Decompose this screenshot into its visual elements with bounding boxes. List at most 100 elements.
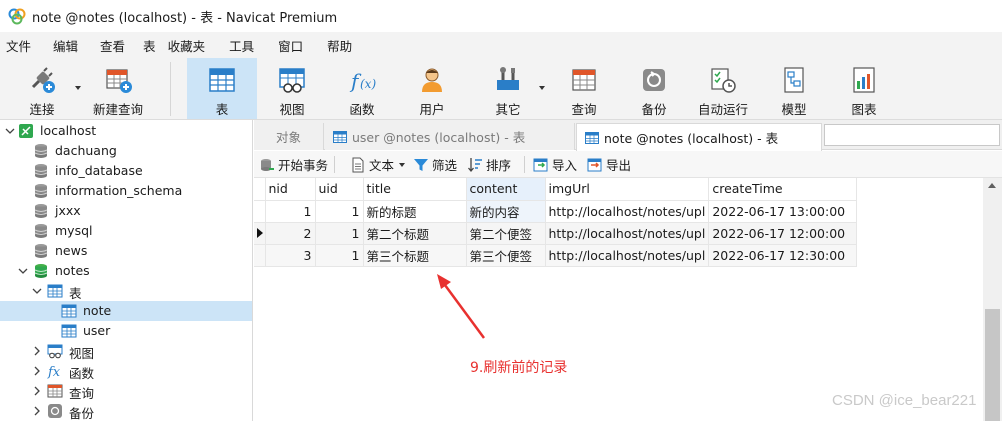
tree-item-mysql[interactable]: mysql: [0, 221, 252, 241]
window-title: note @notes (localhost) - 表 - Navicat Pr…: [32, 10, 338, 26]
tree-item-jxxx[interactable]: jxxx: [0, 201, 252, 221]
scroll-up-arrow-icon[interactable]: [988, 183, 996, 188]
svg-text:fx: fx: [47, 365, 61, 379]
chevron-right-icon[interactable]: [32, 406, 42, 416]
tab-note-table[interactable]: note @notes (localhost) - 表: [576, 123, 822, 151]
connect-dropdown-arrow-icon[interactable]: [75, 86, 81, 90]
chart-button[interactable]: 图表: [836, 58, 892, 119]
tree-item-queries-folder[interactable]: 查询: [0, 381, 252, 401]
tree-item-news[interactable]: news: [0, 241, 252, 261]
chevron-down-icon[interactable]: [5, 126, 15, 136]
view-button[interactable]: 视图: [264, 58, 320, 119]
backup-icon: [638, 64, 670, 96]
tree-item-user-table[interactable]: user: [0, 321, 252, 341]
user-button[interactable]: 用户: [404, 58, 460, 119]
chevron-down-icon[interactable]: [32, 286, 42, 296]
schedule-button[interactable]: 自动运行: [693, 58, 753, 119]
new-query-button[interactable]: 新建查询: [88, 58, 148, 119]
tree-item-note-table[interactable]: note: [0, 301, 252, 321]
tree-label: jxxx: [55, 203, 81, 218]
model-label: 模型: [781, 102, 807, 117]
tree-item-backups-folder[interactable]: 备份: [0, 401, 252, 421]
backup-button[interactable]: 备份: [626, 58, 682, 119]
chart-label: 图表: [851, 102, 877, 117]
export-button[interactable]: 导出: [587, 155, 631, 174]
menu-table[interactable]: 表: [137, 36, 162, 55]
scrollbar-thumb[interactable]: [985, 309, 1000, 421]
menu-favorites[interactable]: 收藏夹: [162, 36, 212, 55]
text-button[interactable]: 文本: [350, 155, 406, 174]
database-icon: [34, 204, 48, 218]
tree-item-dachuang[interactable]: dachuang: [0, 141, 252, 161]
connect-button[interactable]: 连接: [16, 58, 68, 119]
document-icon: [352, 157, 364, 172]
menu-tools[interactable]: 工具: [223, 36, 260, 55]
function-icon: fx: [47, 365, 61, 379]
svg-text:(x): (x): [360, 77, 376, 91]
tree-label: 查询: [69, 386, 95, 401]
tree-item-views-folder[interactable]: 视图: [0, 341, 252, 361]
schedule-icon: [707, 64, 739, 96]
schedule-label: 自动运行: [697, 102, 748, 117]
query-icon: [568, 64, 600, 96]
toolbar-divider: [334, 156, 335, 173]
model-icon: [778, 64, 810, 96]
sort-icon: [468, 157, 482, 172]
chevron-right-icon[interactable]: [32, 386, 42, 396]
query-icon: [47, 384, 63, 398]
menu-bar: 文件 编辑 查看 表 收藏夹 工具 窗口 帮助: [0, 32, 1002, 58]
chevron-down-icon[interactable]: [18, 266, 28, 276]
tree-label: 备份: [69, 406, 95, 421]
tree-label: info_database: [55, 163, 143, 178]
model-button[interactable]: 模型: [766, 58, 822, 119]
text-dropdown-arrow-icon[interactable]: [399, 162, 406, 167]
tree-label: news: [55, 243, 88, 258]
export-icon: [587, 158, 602, 171]
table-icon: [333, 130, 347, 143]
other-button[interactable]: 其它: [480, 58, 536, 119]
begin-transaction-button[interactable]: 开始事务: [259, 155, 328, 174]
tree-item-notes[interactable]: notes: [0, 261, 252, 281]
database-icon: [34, 244, 48, 258]
menu-file[interactable]: 文件: [0, 36, 37, 55]
table-icon: [61, 304, 77, 318]
tree-item-localhost[interactable]: localhost: [0, 121, 252, 141]
tree-item-tables-folder[interactable]: 表: [0, 281, 252, 301]
import-button[interactable]: 导入: [533, 155, 577, 174]
other-dropdown-arrow-icon[interactable]: [539, 86, 545, 90]
tree-label: notes: [55, 263, 90, 278]
chevron-right-icon[interactable]: [32, 366, 42, 376]
user-icon: [416, 64, 448, 96]
other-label: 其它: [495, 102, 521, 117]
tree-label: 视图: [69, 346, 95, 361]
menu-edit[interactable]: 编辑: [47, 36, 84, 55]
tab-objects[interactable]: 对象: [254, 123, 324, 150]
tree-item-functions-folder[interactable]: fx 函数: [0, 361, 252, 381]
vertical-scrollbar[interactable]: [983, 178, 1002, 421]
menu-help[interactable]: 帮助: [321, 36, 358, 55]
menu-view[interactable]: 查看: [94, 36, 131, 55]
table-button[interactable]: 表: [187, 58, 257, 119]
function-button[interactable]: f (x) 函数: [334, 58, 390, 119]
tree-item-information-schema[interactable]: information_schema: [0, 181, 252, 201]
chart-icon: [848, 64, 880, 96]
filter-button[interactable]: 筛选: [413, 155, 457, 174]
table-icon: [206, 64, 238, 96]
title-bar: note @notes (localhost) - 表 - Navicat Pr…: [0, 0, 1002, 32]
tab-search-input[interactable]: [824, 124, 1000, 146]
chevron-right-icon[interactable]: [32, 346, 42, 356]
tab-user-table[interactable]: user @notes (localhost) - 表: [325, 123, 575, 150]
backup-icon: [48, 404, 62, 418]
sort-button[interactable]: 排序: [467, 155, 511, 174]
watermark: CSDN @ice_bear221: [832, 392, 977, 409]
import-icon: [533, 158, 548, 171]
tab-label: user @notes (localhost) - 表: [352, 130, 526, 145]
database-icon: [34, 144, 48, 158]
menu-window[interactable]: 窗口: [272, 36, 309, 55]
query-button[interactable]: 查询: [556, 58, 612, 119]
table-icon: [61, 324, 77, 338]
new-query-label: 新建查询: [92, 102, 143, 117]
tree-label: note: [83, 303, 112, 318]
function-label: 函数: [349, 102, 375, 117]
tree-item-info-database[interactable]: info_database: [0, 161, 252, 181]
